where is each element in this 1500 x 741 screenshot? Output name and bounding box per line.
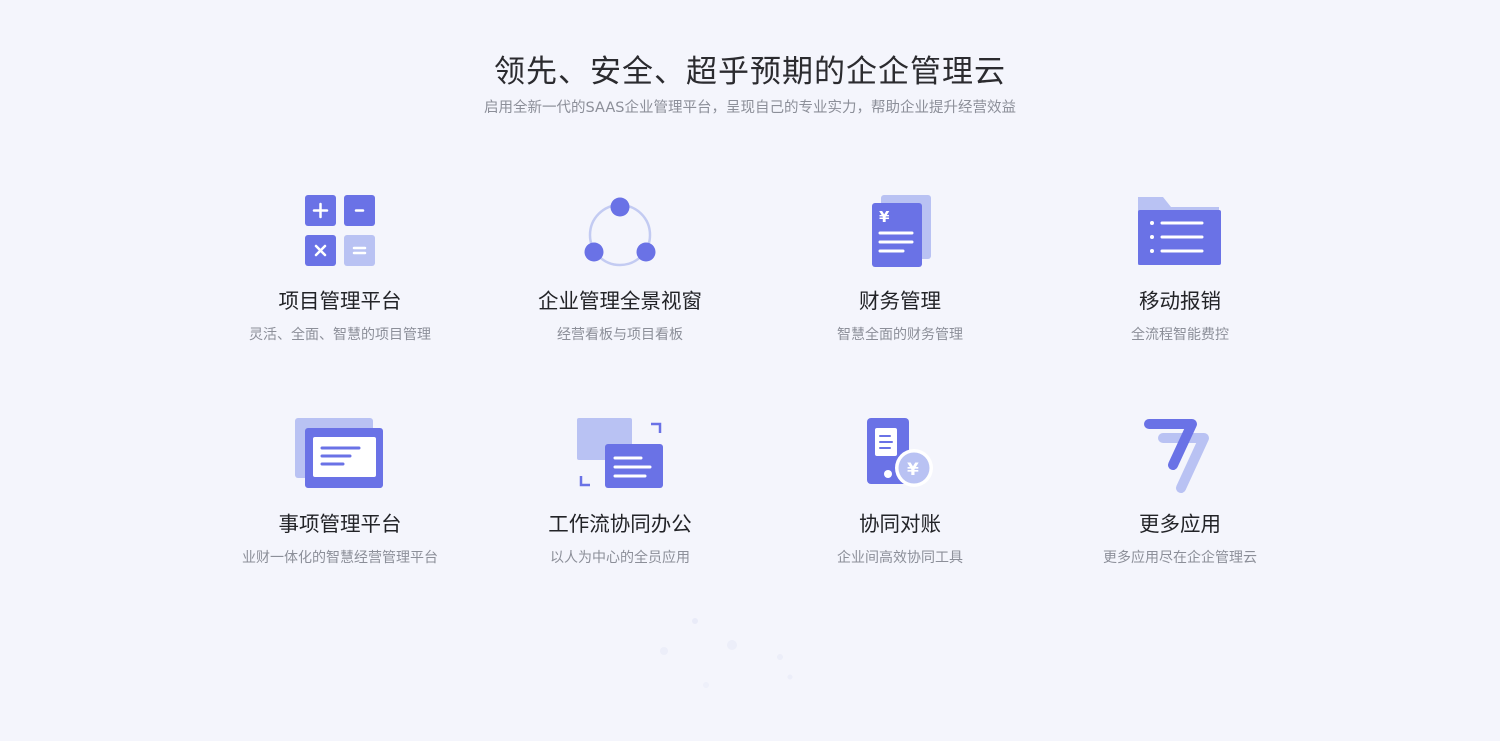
feature-title: 移动报销: [1139, 289, 1221, 313]
feature-card-finance[interactable]: ¥ 财务管理 智慧全面的财务管理: [760, 195, 1040, 385]
feature-desc: 灵活、全面、智慧的项目管理: [249, 327, 431, 343]
page-title: 领先、安全、超乎预期的企企管理云: [494, 54, 1006, 90]
workflow-screen-icon: [577, 418, 663, 488]
feature-title: 财务管理: [859, 289, 941, 313]
feature-title: 更多应用: [1139, 512, 1221, 536]
svg-text:¥: ¥: [879, 208, 890, 226]
feature-card-reconciliation[interactable]: ¥ 协同对账 企业间高效协同工具: [760, 418, 1040, 608]
feature-desc: 以人为中心的全员应用: [550, 550, 690, 566]
feature-desc: 全流程智能费控: [1131, 327, 1229, 343]
page-subtitle: 启用全新一代的SAAS企业管理平台，呈现自己的专业实力，帮助企业提升经营效益: [484, 100, 1016, 116]
calculator-icon: [305, 195, 375, 266]
feature-title: 项目管理平台: [278, 289, 402, 313]
feature-desc: 经营看板与项目看板: [557, 327, 683, 343]
network-icon: [584, 197, 656, 267]
feature-card-project-management[interactable]: 项目管理平台 灵活、全面、智慧的项目管理: [200, 195, 480, 385]
more-apps-icon: [1144, 419, 1209, 493]
mobile-payment-icon: ¥: [867, 418, 933, 487]
feature-desc: 智慧全面的财务管理: [837, 327, 963, 343]
folder-list-icon: [1138, 197, 1221, 265]
faint-dots-decoration: [660, 618, 793, 688]
feature-card-mobile-reimbursement[interactable]: 移动报销 全流程智能费控: [1040, 195, 1320, 385]
feature-title: 事项管理平台: [278, 512, 402, 536]
feature-card-enterprise-dashboard[interactable]: 企业管理全景视窗 经营看板与项目看板: [480, 195, 760, 385]
finance-document-icon: ¥: [872, 195, 931, 267]
feature-card-matter-management[interactable]: 事项管理平台 业财一体化的智慧经营管理平台: [200, 418, 480, 608]
feature-title: 协同对账: [859, 512, 941, 536]
feature-desc: 业财一体化的智慧经营管理平台: [242, 550, 438, 566]
feature-desc: 更多应用尽在企企管理云: [1103, 550, 1257, 566]
feature-title: 企业管理全景视窗: [538, 289, 702, 313]
feature-card-more-apps[interactable]: 更多应用 更多应用尽在企企管理云: [1040, 418, 1320, 608]
feature-desc: 企业间高效协同工具: [837, 550, 963, 566]
svg-text:¥: ¥: [907, 460, 919, 480]
feature-card-workflow[interactable]: 工作流协同办公 以人为中心的全员应用: [480, 418, 760, 608]
card-stack-icon: [295, 418, 383, 488]
feature-title: 工作流协同办公: [548, 512, 692, 536]
